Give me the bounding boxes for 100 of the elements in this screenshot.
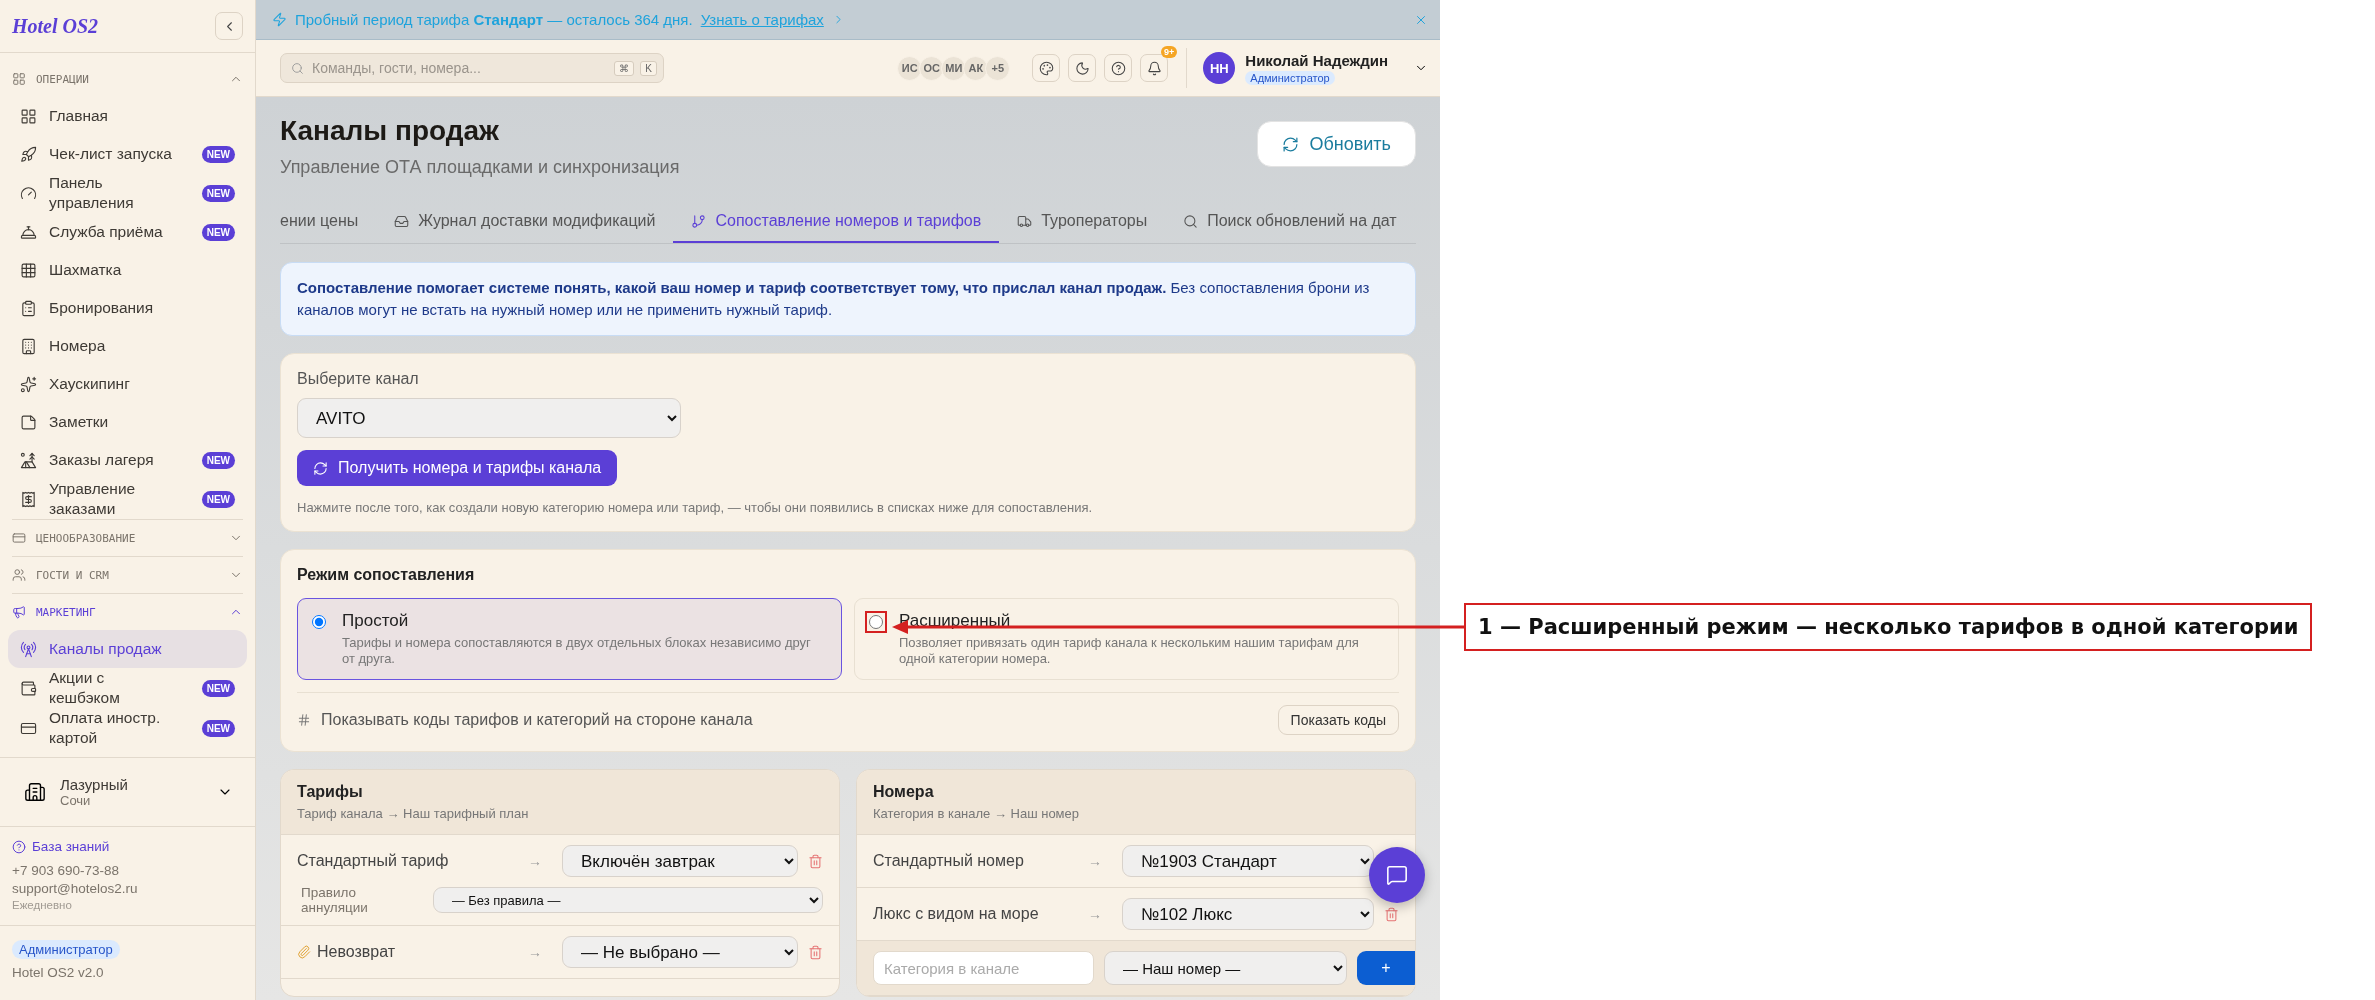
support-hours: Ежедневно xyxy=(12,899,73,911)
rate-select[interactable]: — Не выбрано — xyxy=(562,936,798,968)
search-icon xyxy=(1183,213,1199,229)
users-icon xyxy=(12,568,26,582)
category-input[interactable]: Категория в канале xyxy=(873,951,1094,985)
fetch-hint: Нажмите после того, как создали новую категорию номера или тариф, — чтобы они появились в списках ниже для сопоставления. xyxy=(297,500,1093,515)
bell-icon xyxy=(1146,60,1162,76)
nav-item[interactable]: Панель управления NEW xyxy=(8,173,247,213)
refresh-button[interactable]: Обновить xyxy=(1257,121,1416,167)
paperclip-icon xyxy=(297,945,311,959)
nav-group-header[interactable]: МАРКЕТИНГ xyxy=(8,594,247,630)
fetch-button[interactable]: Получить номера и тарифы канала xyxy=(297,450,618,486)
receipt-icon xyxy=(20,490,37,508)
search-field[interactable]: Команды, гости, номера... ⌘ K xyxy=(280,53,664,83)
nav-item[interactable]: Оплата иностр. картой NEW xyxy=(8,708,247,748)
annotation-label: 1 — Расширенный режим — несколько тарифов в одной категории xyxy=(1464,603,2313,651)
nav-item[interactable]: Заказы лагеря NEW xyxy=(8,441,247,479)
support-phone: +7 903 690-73-88 xyxy=(12,863,120,878)
nav-item[interactable]: Служба приёма NEW xyxy=(8,213,247,251)
tab[interactable]: Сопоставление номеров и тарифов xyxy=(673,204,1000,243)
tab[interactable]: ении цены xyxy=(280,204,377,243)
room-select[interactable]: №1903 Стандарт xyxy=(1122,845,1374,877)
antenna-icon xyxy=(20,640,37,658)
room-select[interactable]: — Наш номер — xyxy=(1104,951,1347,985)
info-note: Сопоставление помогает системе понять, какой ваш номер и тариф соответствует тому, что прислал канал продаж. Без сопоставления брони из каналов могут не встать на нужный номер или не применить нужный тариф. xyxy=(280,262,1416,336)
delete-icon[interactable] xyxy=(808,944,823,960)
channel-rate: Невозврат xyxy=(317,943,397,961)
mode-option[interactable]: Простой Тарифы и номера сопоставляются в двух отдельных блоках независимо друг от друга. xyxy=(297,598,842,680)
shortcut-key: ⌘ xyxy=(614,60,635,76)
user-menu[interactable]: НН Николай Надеждин Администратор xyxy=(1186,48,1428,88)
knowledge-base-link[interactable]: База знаний xyxy=(12,839,243,854)
search-input[interactable]: Команды, гости, номера... xyxy=(310,59,609,77)
radio-button[interactable] xyxy=(869,615,883,629)
tab[interactable]: Поиск обновлений на дат xyxy=(1165,204,1397,243)
palette-button[interactable] xyxy=(1032,54,1061,82)
notifications-button[interactable] xyxy=(1140,54,1169,82)
nav-item[interactable]: Каналы продаж xyxy=(8,630,247,668)
tab[interactable]: Туроператоры xyxy=(999,204,1166,243)
app-version: Hotel OS2 v2.0 xyxy=(12,965,104,980)
channel-label: Выберите канал xyxy=(297,370,419,388)
delete-icon[interactable] xyxy=(1384,906,1399,922)
help-icon xyxy=(12,839,26,854)
nav-item[interactable]: Хаускипинг xyxy=(8,365,247,403)
nav-group-header[interactable]: ЦЕНООБРАЗОВАНИЕ xyxy=(8,520,247,556)
channel-room: Люкс с видом на море xyxy=(873,905,1040,923)
inbox-icon xyxy=(394,213,410,229)
new-badge: NEW xyxy=(201,490,235,508)
codes-label: Показывать коды тарифов и категорий на стороне канала xyxy=(321,711,754,729)
nav-item[interactable]: Управление заказами NEW xyxy=(8,479,247,519)
dark-mode-button[interactable] xyxy=(1068,54,1097,82)
nav-group-header[interactable]: ГОСТИ И CRM xyxy=(8,557,247,593)
cancel-rule-label: Правило аннуляции xyxy=(301,885,369,915)
new-badge: NEW xyxy=(201,145,235,163)
nav-item[interactable]: Акции с кешбэком NEW xyxy=(8,668,247,708)
nav-group-header[interactable]: ОПЕРАЦИИ xyxy=(8,61,247,97)
megaphone-icon xyxy=(12,605,26,619)
mode-option[interactable]: Расширенный Позволяет привязать один тариф канала к нескольким нашим тарифам для одной категории номера. xyxy=(854,598,1399,680)
channel-room: Стандартный номер xyxy=(873,852,1025,870)
role-badge: Администратор xyxy=(12,940,120,959)
radio-button[interactable] xyxy=(312,615,326,629)
palette-icon xyxy=(1038,60,1054,76)
page-subtitle: Управление ОТА площадками и синхронизация xyxy=(280,157,680,178)
mode-title: Режим сопоставления xyxy=(297,566,475,584)
cancel-rule-select[interactable]: — Без правила — xyxy=(432,887,823,913)
panel-title: Тарифы xyxy=(297,783,364,801)
bell-icon xyxy=(20,223,37,241)
tab[interactable]: Журнал доставки модификаций xyxy=(376,204,674,243)
nav-item[interactable]: Номера xyxy=(8,327,247,365)
refresh-icon xyxy=(1282,135,1300,153)
app-logo: Hotel OS2 xyxy=(12,14,99,38)
add-button[interactable]: + xyxy=(1356,951,1415,985)
rocket-icon xyxy=(20,145,37,163)
room-select[interactable]: №102 Люкс xyxy=(1122,898,1374,930)
nav-item[interactable]: Чек-лист запуска NEW xyxy=(8,135,247,173)
show-codes-button[interactable]: Показать коды xyxy=(1277,705,1399,735)
refresh-icon xyxy=(313,460,328,476)
tent-icon xyxy=(20,451,37,469)
property-switcher[interactable]: Лазурный Сочи xyxy=(0,757,255,827)
nav-item[interactable]: Заметки xyxy=(8,403,247,441)
arrow: → xyxy=(1088,906,1103,922)
nav-item[interactable]: Шахматка xyxy=(8,251,247,289)
wallet-icon xyxy=(20,679,37,697)
moon-icon xyxy=(1074,60,1090,76)
channel-select[interactable]: AVITO xyxy=(297,398,681,438)
grid-icon xyxy=(20,107,37,125)
channel-rate: Стандартный тариф xyxy=(297,852,450,870)
shortcut-key: K xyxy=(640,60,657,76)
arrow: → xyxy=(528,944,543,960)
rate-select[interactable]: Включён завтрак xyxy=(562,845,798,877)
notification-count: 9+ xyxy=(1161,46,1178,58)
note-icon xyxy=(20,413,37,431)
chat-icon xyxy=(1386,864,1408,886)
nav-item[interactable]: Бронирования xyxy=(8,289,247,327)
user-avatar: +5 xyxy=(985,55,1011,81)
clipboard-icon xyxy=(20,299,37,317)
new-badge: NEW xyxy=(201,184,235,202)
nav-item[interactable]: Главная xyxy=(8,97,247,135)
arrow: → xyxy=(528,853,543,869)
help-button[interactable] xyxy=(1104,54,1133,82)
delete-icon[interactable] xyxy=(808,853,823,869)
